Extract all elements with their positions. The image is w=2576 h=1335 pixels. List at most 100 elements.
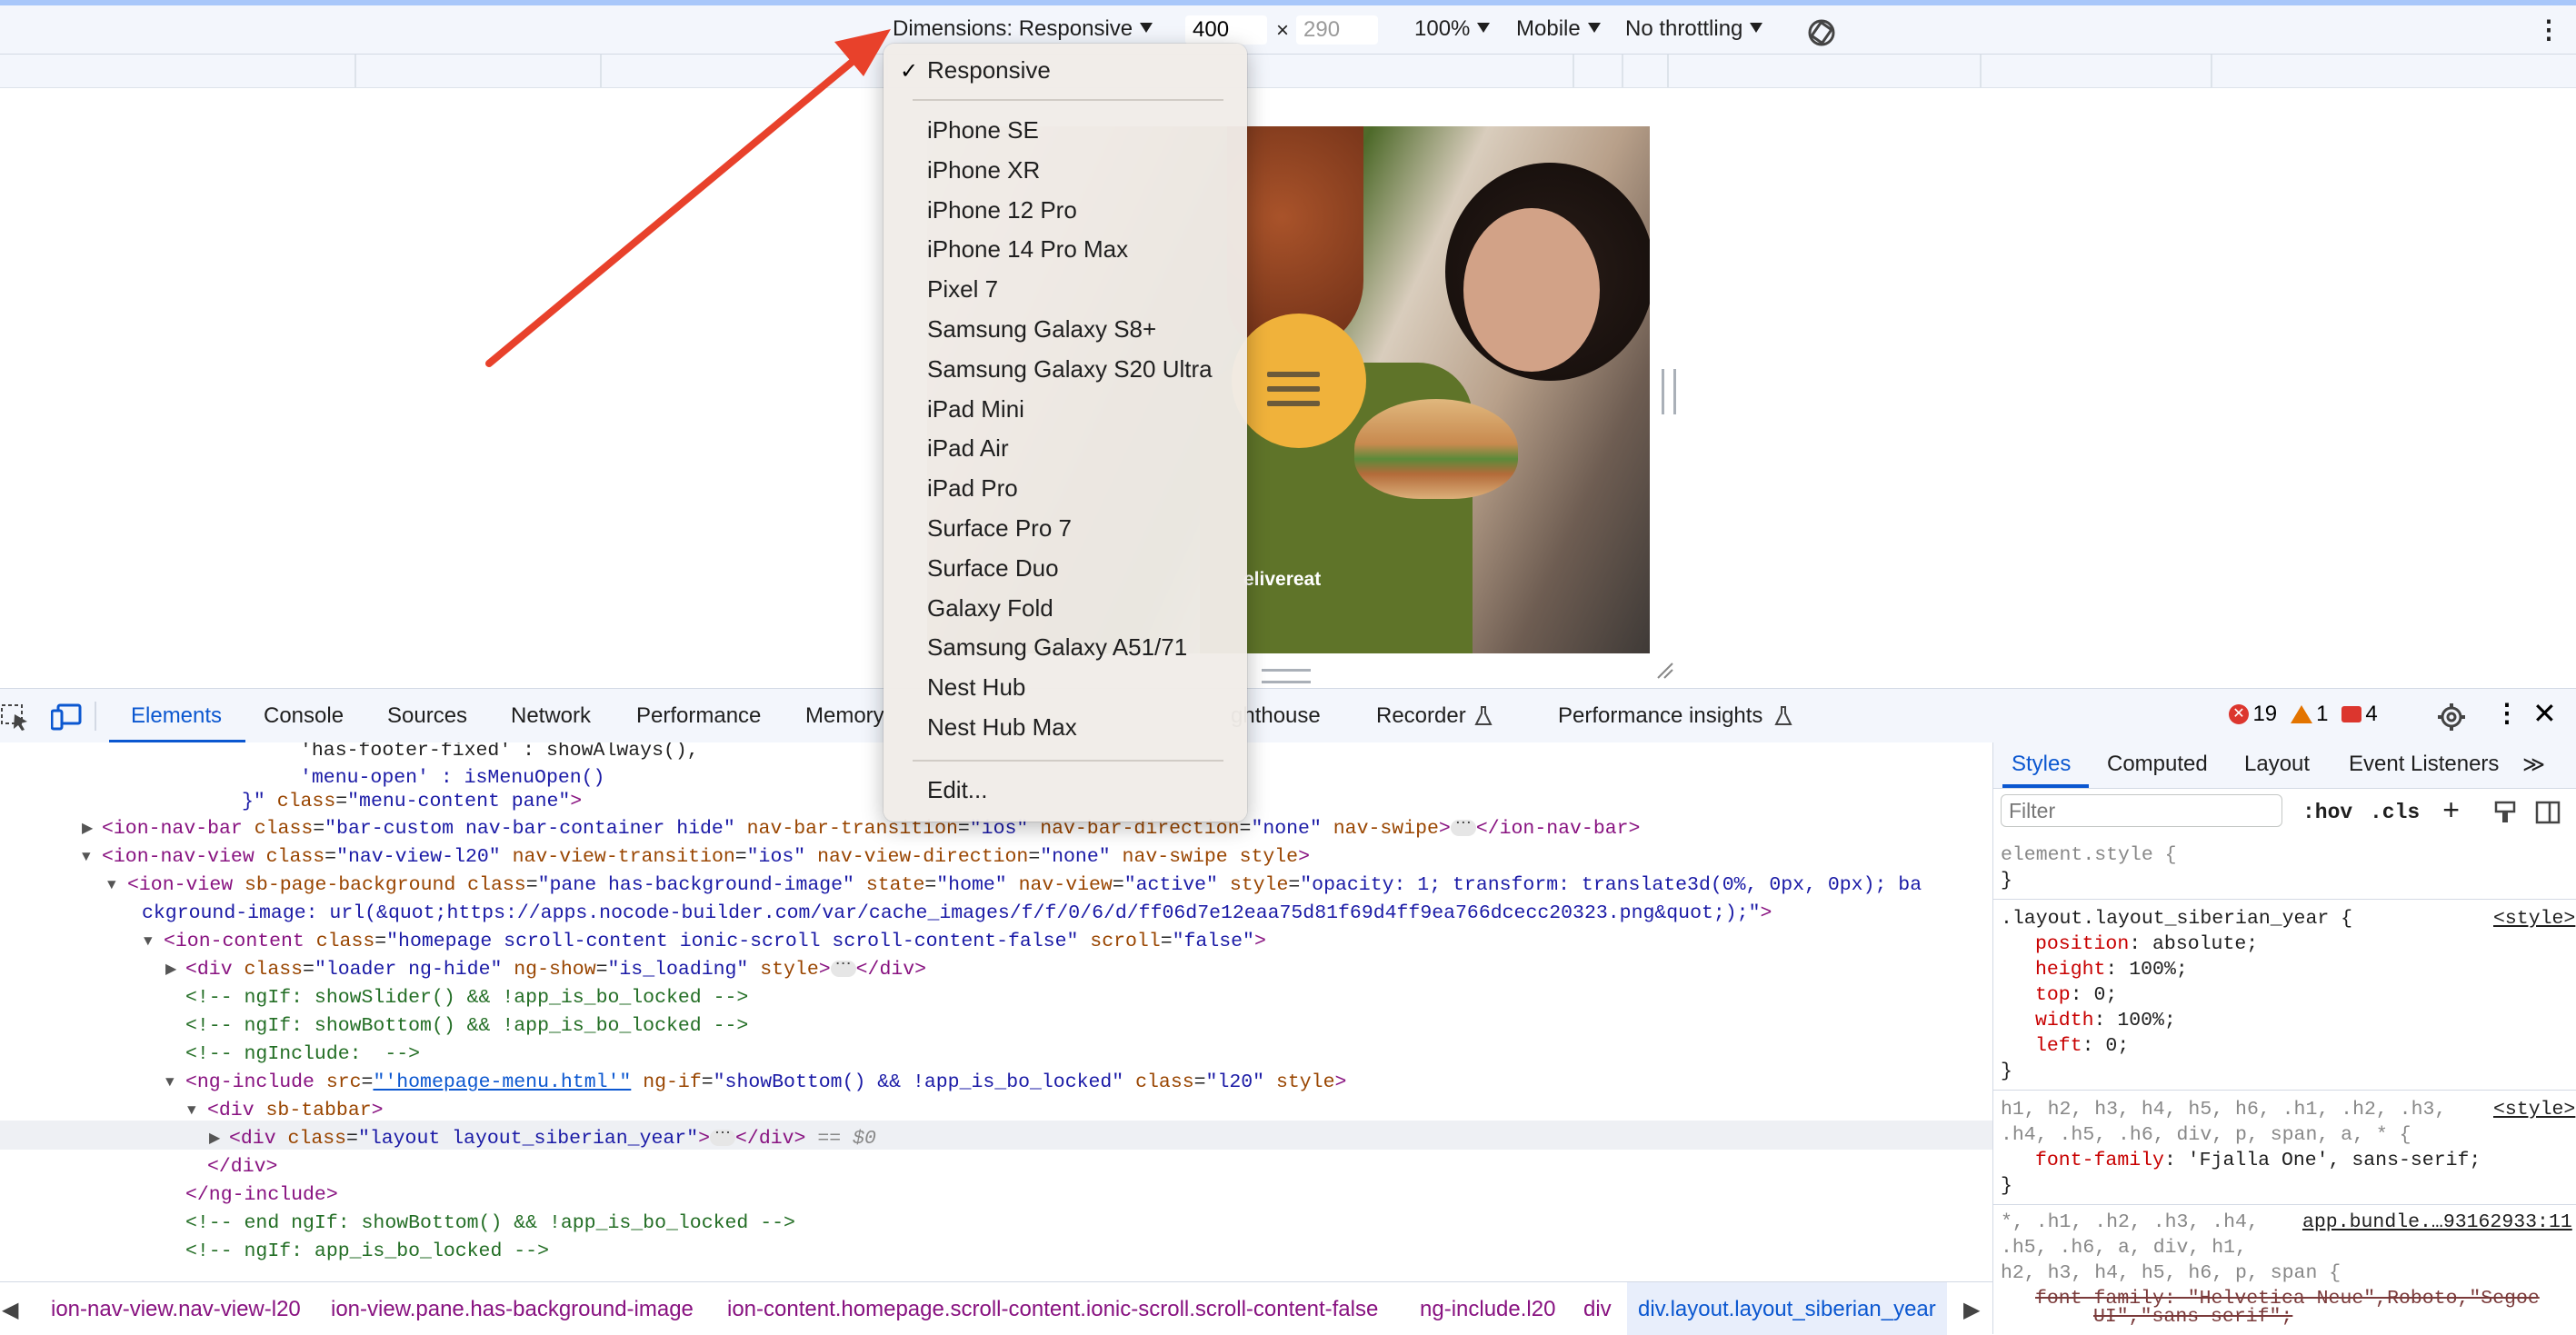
dom-node-line[interactable]: ▼ <ion-view sb-page-background class="pan…: [107, 872, 1922, 900]
rotate-icon[interactable]: [1805, 16, 1838, 49]
issues-counter[interactable]: ✕ 19 1 4: [2229, 702, 2378, 727]
collapse-arrow-icon[interactable]: ▼: [107, 872, 116, 900]
rule-selector[interactable]: h1, h2, h3, h4, h5, h6, .h1, .h2, .h3,: [2001, 1097, 2446, 1122]
breadcrumb-item[interactable]: ion-nav-view.nav-view-l20: [51, 1297, 301, 1322]
device-toolbar-toggle-icon[interactable]: [51, 703, 82, 731]
dom-node-line[interactable]: ▶ <div class="loader ng-hide" ng-show="is…: [165, 956, 926, 984]
dom-node-line[interactable]: }" class="menu-content pane">: [242, 788, 582, 816]
dom-node-line[interactable]: <!-- ngIf: app_is_bo_locked -->: [185, 1238, 549, 1266]
tab-sources[interactable]: Sources: [387, 703, 467, 729]
styles-filter-input[interactable]: Filter: [2001, 794, 2282, 827]
css-property[interactable]: font-family: 'Fjalla One', sans-serif;: [2035, 1148, 2481, 1173]
menu-item-edit[interactable]: Edit...: [927, 776, 987, 804]
dimensions-dropdown[interactable]: Dimensions: Responsive: [893, 16, 1153, 42]
menu-item-device[interactable]: Samsung Galaxy S20 Ultra: [927, 355, 1213, 384]
dom-node-line[interactable]: </ng-include>: [185, 1181, 338, 1210]
breadcrumb-scroll-left-icon[interactable]: ◀: [2, 1297, 18, 1323]
menu-item-device[interactable]: Surface Duo: [927, 554, 1059, 583]
hov-toggle[interactable]: :hov: [2302, 801, 2352, 824]
dom-node-line[interactable]: <!-- ngInclude: -->: [185, 1041, 420, 1069]
rule-selector[interactable]: *, .h1, .h2, .h3, .h4,: [2001, 1210, 2259, 1235]
css-property[interactable]: height: 100%;: [2035, 957, 2188, 982]
breadcrumb-item-selected[interactable]: div.layout.layout_siberian_year: [1638, 1297, 1936, 1322]
dom-node-line[interactable]: <!-- ngIf: showBottom() && !app_is_bo_lo…: [185, 1012, 748, 1041]
sidebar-toggle-icon[interactable]: [2535, 801, 2561, 824]
menu-item-device[interactable]: Samsung Galaxy A51/71: [927, 633, 1187, 662]
breadcrumb-item[interactable]: ion-content.homepage.scroll-content.ioni…: [727, 1297, 1378, 1322]
expand-arrow-icon[interactable]: ▶: [82, 815, 93, 843]
collapse-arrow-icon[interactable]: ▼: [82, 843, 91, 872]
menu-item-device[interactable]: Surface Pro 7: [927, 514, 1072, 543]
more-options-icon[interactable]: ⋮: [2494, 698, 2520, 728]
menu-item-device[interactable]: Samsung Galaxy S8+: [927, 315, 1156, 344]
tab-console[interactable]: Console: [264, 703, 344, 729]
add-rule-icon[interactable]: +: [2442, 795, 2460, 829]
collapse-arrow-icon[interactable]: ▼: [165, 1069, 175, 1097]
dom-node-line[interactable]: ckground-image: url(&quot;https://apps.n…: [142, 900, 1772, 928]
dom-node-line[interactable]: ▼ <div sb-tabbar>: [187, 1097, 384, 1125]
menu-item-device[interactable]: Pixel 7: [927, 275, 998, 304]
breadcrumb-item[interactable]: div: [1583, 1297, 1612, 1322]
collapse-arrow-icon[interactable]: ▼: [187, 1097, 196, 1125]
dom-node-line[interactable]: ▼ <ion-nav-view class="nav-view-l20" nav-…: [82, 843, 1310, 872]
ruler-tick[interactable]: [600, 55, 602, 87]
tab-layout[interactable]: Layout: [2244, 752, 2310, 777]
dom-node-line[interactable]: ▼ <ng-include src="'homepage-menu.html'" …: [165, 1069, 1346, 1097]
rule-source-link[interactable]: <style>: [2493, 906, 2575, 932]
dom-node-line[interactable]: <!-- end ngIf: showBottom() && !app_is_b…: [185, 1210, 795, 1238]
throttling-dropdown[interactable]: No throttling: [1625, 16, 1763, 42]
menu-item-device[interactable]: iPhone SE: [927, 116, 1039, 144]
more-options-icon[interactable]: ⋮: [2536, 15, 2561, 45]
css-property[interactable]: top: 0;: [2035, 982, 2117, 1008]
ellipsis-icon[interactable]: ⋯: [830, 957, 856, 978]
tab-recorder[interactable]: Recorder: [1376, 703, 1466, 729]
menu-item-device[interactable]: iPhone XR: [927, 156, 1040, 184]
expand-arrow-icon[interactable]: ▶: [165, 956, 176, 984]
tab-performance-insights[interactable]: Performance insights: [1558, 703, 1762, 729]
menu-item-device[interactable]: iPad Pro: [927, 474, 1018, 503]
dom-node-line[interactable]: <!-- ngIf: showSlider() && !app_is_bo_lo…: [185, 984, 748, 1012]
tab-elements[interactable]: Elements: [131, 703, 222, 729]
rule-source-link[interactable]: app.bundle.…93162933:11: [2302, 1210, 2572, 1235]
menu-item-device[interactable]: iPad Mini: [927, 395, 1024, 423]
ruler-tick[interactable]: [1980, 55, 1982, 87]
more-tabs-icon[interactable]: ≫: [2522, 752, 2545, 778]
menu-item-device[interactable]: iPhone 14 Pro Max: [927, 235, 1128, 264]
tab-network[interactable]: Network: [511, 703, 591, 729]
menu-item-responsive[interactable]: Responsive: [927, 56, 1051, 85]
collapse-arrow-icon[interactable]: ▼: [144, 928, 153, 956]
rule-selector[interactable]: .h4, .h5, .h6, div, p, span, a, * {: [2001, 1122, 2411, 1148]
tab-event-listeners[interactable]: Event Listeners: [2349, 752, 2499, 777]
ruler-tick[interactable]: [2211, 55, 2212, 87]
device-mode-dropdown[interactable]: Mobile: [1516, 16, 1601, 42]
rule-selector[interactable]: .layout.layout_siberian_year {: [2001, 906, 2352, 932]
menu-item-device[interactable]: Nest Hub: [927, 673, 1025, 702]
resize-handle-bottom[interactable]: [1262, 669, 1311, 683]
dom-node-line[interactable]: </div>: [207, 1153, 277, 1181]
css-property[interactable]: width: 100%;: [2035, 1008, 2176, 1033]
resize-corner-icon[interactable]: [1656, 662, 1674, 680]
rule-selector[interactable]: .h5, .h6, a, div, h1,: [2001, 1235, 2247, 1260]
menu-item-device[interactable]: iPhone 12 Pro: [927, 196, 1077, 224]
tab-memory[interactable]: Memory: [805, 703, 884, 729]
paint-brush-icon[interactable]: [2493, 801, 2517, 824]
cls-toggle[interactable]: .cls: [2370, 801, 2420, 824]
tab-performance[interactable]: Performance: [636, 703, 761, 729]
css-property[interactable]: left: 0;: [2035, 1033, 2129, 1059]
menu-item-device[interactable]: iPad Air: [927, 434, 1009, 463]
ellipsis-icon[interactable]: ⋯: [710, 1126, 736, 1147]
inspect-element-icon[interactable]: [0, 702, 31, 732]
ruler-tick[interactable]: [354, 55, 356, 87]
rule-source-link[interactable]: <style>: [2493, 1097, 2575, 1122]
breadcrumb-item[interactable]: ion-view.pane.has-background-image: [331, 1297, 694, 1322]
ruler-tick[interactable]: [1667, 55, 1669, 87]
tab-computed[interactable]: Computed: [2107, 752, 2208, 777]
resize-handle-right[interactable]: [1662, 369, 1676, 414]
dom-node-line[interactable]: ▼ <ion-content class="homepage scroll-con…: [144, 928, 1266, 956]
ellipsis-icon[interactable]: ⋯: [1450, 816, 1476, 837]
breadcrumb-item[interactable]: ng-include.l20: [1420, 1297, 1555, 1322]
ruler-tick[interactable]: [1573, 55, 1574, 87]
menu-item-device[interactable]: Galaxy Fold: [927, 594, 1053, 623]
rule-selector[interactable]: h2, h3, h4, h5, h6, p, span {: [2001, 1260, 2341, 1286]
expand-arrow-icon[interactable]: ▶: [209, 1125, 220, 1153]
